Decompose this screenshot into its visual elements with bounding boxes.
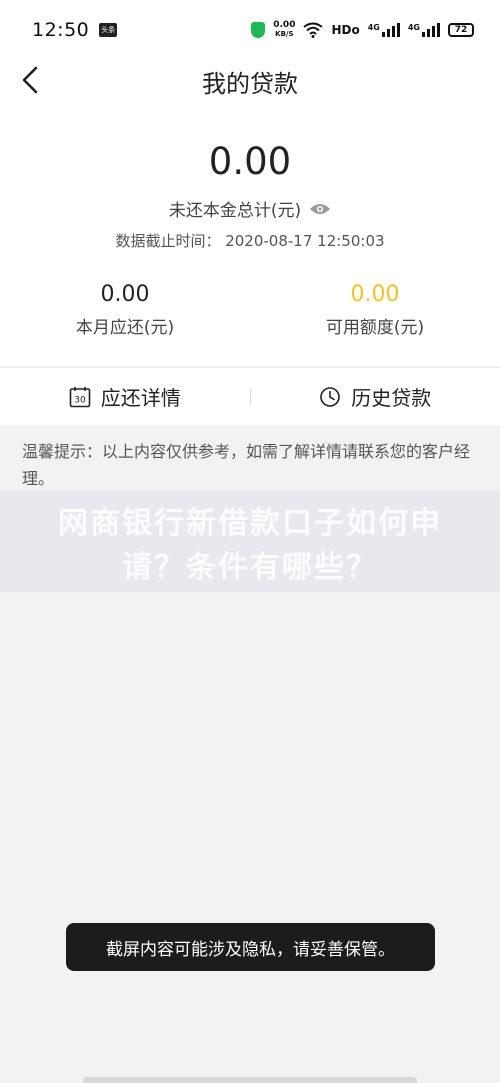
page-title: 我的贷款 — [202, 70, 298, 98]
tab-repay-detail[interactable]: 30 应还详情 — [0, 368, 250, 425]
net-speed: 0.00 KB/S — [273, 21, 295, 39]
monthly-due-stat: 0.00 本月应还(元) — [0, 282, 250, 338]
data-cutoff-time: 数据截止时间： 2020-08-17 12:50:03 — [115, 232, 385, 250]
status-bar: 12:50 头条 0.00 KB/S HDo 4G 4G 72 — [0, 0, 500, 60]
calendar-icon: 30 — [69, 386, 91, 407]
status-icons: 0.00 KB/S HDo 4G 4G 72 — [251, 21, 474, 39]
monthly-due-label: 本月应还(元) — [75, 318, 175, 338]
screenshot-privacy-toast: 截屏内容可能涉及隐私，请妥善保管。 — [66, 923, 435, 971]
wifi-icon — [303, 22, 324, 38]
eye-icon[interactable] — [309, 202, 331, 216]
battery-icon: 72 — [448, 23, 474, 37]
signal-2-label: 4G — [407, 23, 420, 32]
signal-1-bars — [381, 23, 400, 37]
available-credit-label: 可用额度(元) — [325, 318, 425, 338]
signal-1-icon: 4G — [368, 23, 400, 37]
total-principal-label: 未还本金总计(元) — [168, 201, 302, 221]
signal-2-icon: 4G — [408, 23, 440, 37]
warm-tip-notice: 温馨提示：以上内容仅供参考，如需了解详情请联系您的客户经理。 — [22, 442, 471, 488]
hd-label: HDo — [331, 23, 360, 37]
loan-summary-card: 我的贷款 0.00 未还本金总计(元) 数据截止时间： 2020-08-17 1… — [0, 60, 500, 366]
available-credit-stat: 0.00 可用额度(元) — [250, 282, 500, 338]
home-indicator[interactable] — [83, 1077, 417, 1083]
total-principal-amount: 0.00 — [208, 140, 292, 183]
tabs-bar: 30 应还详情 历史贷款 — [0, 367, 500, 425]
status-time: 12:50 — [32, 19, 90, 41]
monthly-due-value: 0.00 — [100, 282, 150, 307]
tab-history-loans[interactable]: 历史贷款 — [251, 368, 500, 425]
watermark-text: 网商银行新借款口子如何申请？条件有哪些？ — [58, 506, 442, 585]
signal-2-bars — [422, 23, 440, 37]
app-badge-icon: 头条 — [99, 23, 118, 37]
total-principal-label-row: 未还本金总计(元) — [0, 196, 500, 221]
tab-history-loans-label: 历史贷款 — [351, 386, 432, 410]
net-speed-unit: KB/S — [275, 30, 294, 38]
calendar-icon-number: 30 — [74, 395, 86, 405]
available-credit-value: 0.00 — [350, 282, 400, 307]
tab-repay-detail-label: 应还详情 — [100, 386, 181, 410]
clock-icon — [320, 386, 341, 407]
signal-1-label: 4G — [367, 23, 380, 32]
net-speed-value: 0.00 — [273, 20, 296, 30]
shield-icon — [251, 22, 266, 38]
